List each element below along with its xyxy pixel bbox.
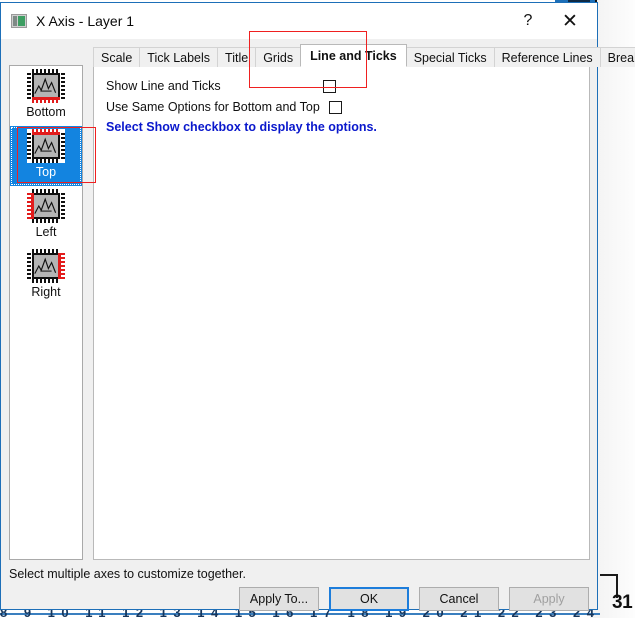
- axis-bottom-icon: [27, 69, 65, 103]
- option-row-show-line-and-ticks[interactable]: Show Line and Ticks: [106, 79, 336, 93]
- help-button[interactable]: ?: [507, 6, 549, 36]
- button-label: OK: [359, 591, 379, 606]
- tab-reference-lines[interactable]: Reference Lines: [493, 47, 601, 67]
- x-axis-dialog: X Axis - Layer 1 ? ✕ Scale Tick Labels Tit…: [0, 2, 635, 611]
- tab-label: Title: [225, 50, 249, 65]
- tab-label: Breaks: [607, 50, 635, 65]
- tab-special-ticks[interactable]: Special Ticks: [405, 47, 495, 67]
- dialog-titlebar: X Axis - Layer 1 ? ✕: [1, 3, 597, 39]
- tab-label: Reference Lines: [501, 50, 593, 65]
- axis-dialog-icon: [11, 14, 27, 28]
- status-text: Select multiple axes to customize togeth…: [9, 567, 246, 581]
- button-label: Apply To...: [249, 591, 309, 606]
- tab-label: Scale: [101, 50, 133, 65]
- close-button[interactable]: ✕: [549, 6, 591, 36]
- tab-label: Grids: [263, 50, 294, 65]
- tab-line-and-ticks[interactable]: Line and Ticks: [300, 44, 407, 67]
- tab-bar: Scale Tick Labels Title Grids Line and Ticks…: [93, 44, 635, 67]
- axis-item-top[interactable]: Top: [10, 126, 82, 186]
- line-and-ticks-panel: Show Line and Ticks Use Same Options for…: [93, 66, 590, 560]
- option-label-show-line-and-ticks: Show Line and Ticks: [106, 79, 221, 93]
- cancel-button[interactable]: Cancel: [419, 586, 499, 611]
- tab-label: Line and Ticks: [310, 48, 397, 63]
- axis-item-label: Bottom: [26, 105, 66, 119]
- tab-breaks[interactable]: Breaks: [599, 47, 635, 67]
- button-label: Cancel: [439, 591, 479, 606]
- dialog-title: X Axis - Layer 1: [36, 13, 135, 29]
- dialog-button-bar: Apply To... OK Cancel Apply: [1, 586, 599, 611]
- axis-item-right[interactable]: Right: [10, 246, 82, 306]
- tab-scale[interactable]: Scale: [93, 47, 141, 67]
- axis-item-left[interactable]: Left: [10, 186, 82, 246]
- tab-grids[interactable]: Grids: [255, 47, 302, 67]
- tab-title[interactable]: Title: [217, 47, 257, 67]
- axis-item-label: Top: [35, 165, 57, 179]
- tab-tick-labels[interactable]: Tick Labels: [139, 47, 219, 67]
- background-number-label: 31: [612, 592, 633, 613]
- option-label-use-same-options: Use Same Options for Bottom and Top: [106, 100, 320, 114]
- apply-to-button[interactable]: Apply To...: [239, 586, 319, 611]
- hint-text: Select Show checkbox to display the opti…: [106, 120, 377, 134]
- axis-item-bottom[interactable]: Bottom: [10, 66, 82, 126]
- tab-label: Tick Labels: [147, 50, 211, 65]
- axis-item-label: Left: [35, 225, 57, 239]
- ok-button[interactable]: OK: [329, 586, 409, 611]
- axis-right-icon: [27, 249, 65, 283]
- axis-item-label: Right: [31, 285, 61, 299]
- tab-label: Special Ticks: [413, 50, 487, 65]
- option-row-use-same-options[interactable]: Use Same Options for Bottom and Top: [106, 100, 342, 114]
- axis-selector-list[interactable]: Bottom Top Left Right: [9, 65, 83, 560]
- axis-left-icon: [27, 189, 65, 223]
- checkbox-use-same-options[interactable]: [328, 100, 342, 114]
- button-label: Apply: [533, 591, 565, 606]
- apply-button: Apply: [509, 586, 589, 611]
- axis-top-icon: [27, 129, 65, 163]
- checkbox-show-line-and-ticks[interactable]: [322, 79, 336, 93]
